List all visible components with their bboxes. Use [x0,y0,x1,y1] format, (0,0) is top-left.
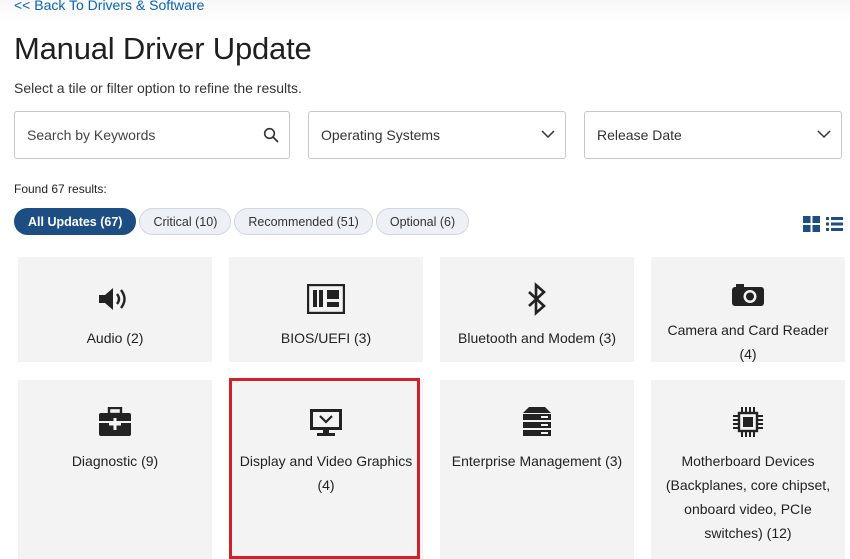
tile-bluetooth-modem[interactable]: Bluetooth and Modem (3) [440,257,634,362]
tile-display-video-graphics[interactable]: Display and Video Graphics (4) [229,380,423,559]
camera-icon [728,282,768,308]
server-rack-icon [517,405,557,439]
tile-label: Motherboard Devices (Backplanes, core ch… [665,453,831,541]
operating-systems-label: Operating Systems [321,127,441,143]
tile-camera-card-reader[interactable]: Camera and Card Reader (4) [651,257,845,362]
tile-label: Diagnostic (9) [71,453,159,469]
tile-enterprise-management[interactable]: Enterprise Management (3) [440,380,634,559]
toolbox-icon [95,405,135,439]
tile-audio[interactable]: Audio (2) [18,257,212,362]
motherboard-chip-icon [728,405,768,439]
release-date-label: Release Date [597,127,682,143]
page-title: Manual Driver Update [14,31,312,66]
chip-all-updates[interactable]: All Updates (67) [14,208,137,235]
tile-bios-uefi[interactable]: BIOS/UEFI (3) [229,257,423,362]
search-box[interactable] [14,111,290,159]
results-count: Found 67 results: [14,182,107,196]
tile-motherboard-devices[interactable]: Motherboard Devices (Backplanes, core ch… [651,380,845,559]
operating-systems-select[interactable]: Operating Systems [308,111,566,159]
bios-chip-icon [306,282,346,316]
chip-recommended[interactable]: Recommended (51) [234,208,373,235]
bluetooth-icon [517,282,557,316]
monitor-icon [306,405,346,439]
search-input[interactable] [27,127,257,143]
speaker-icon [95,282,135,316]
chevron-down-icon [541,130,555,139]
tile-label: Display and Video Graphics (4) [239,453,413,493]
tile-label: Camera and Card Reader (4) [667,322,829,362]
tile-label: Bluetooth and Modem (3) [458,330,616,346]
tile-diagnostic[interactable]: Diagnostic (9) [18,380,212,559]
tile-label: Enterprise Management (3) [451,453,623,469]
search-icon[interactable] [263,127,279,143]
tile-label: BIOS/UEFI (3) [280,330,372,346]
page-subtitle: Select a tile or filter option to refine… [14,80,302,96]
back-to-drivers-link[interactable]: << Back To Drivers & Software [14,0,204,13]
chip-critical[interactable]: Critical (10) [139,208,232,235]
chevron-down-icon [817,130,831,139]
chip-optional[interactable]: Optional (6) [375,208,470,235]
release-date-select[interactable]: Release Date [584,111,842,159]
tile-label: Audio (2) [86,330,144,346]
grid-view-icon[interactable] [803,216,820,232]
filter-chips: All Updates (67) Critical (10) Recommend… [14,208,470,235]
list-view-icon[interactable] [826,216,843,232]
